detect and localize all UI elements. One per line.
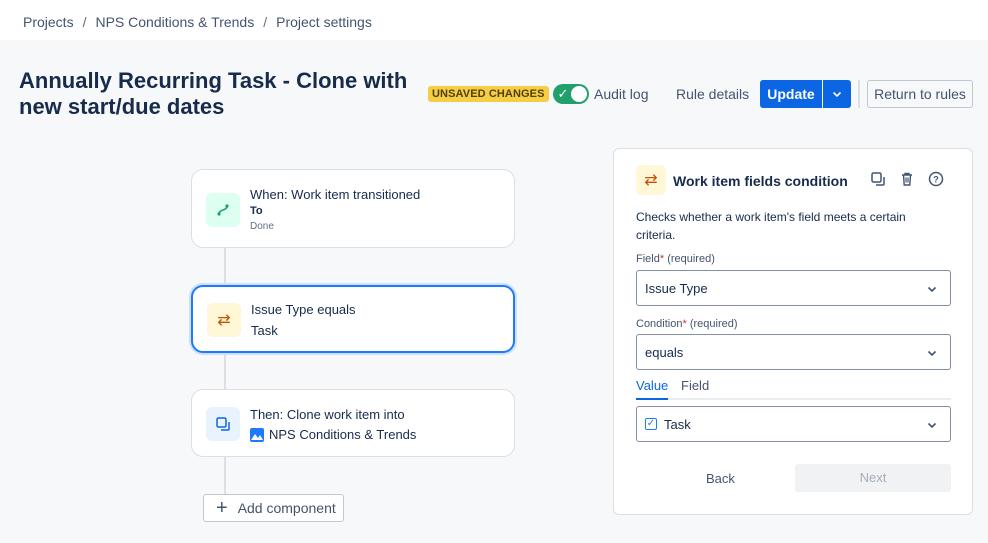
panel-description: Checks whether a work item's field meets… xyxy=(636,210,906,242)
panel-title: Work item fields condition xyxy=(673,173,848,189)
value-select-value: Task xyxy=(664,416,691,432)
audit-log-button[interactable]: Audit log xyxy=(594,86,648,102)
action-title: Then: Clone work item into xyxy=(250,407,405,422)
active-tab-indicator xyxy=(636,398,668,400)
svg-text:?: ? xyxy=(933,175,939,185)
flow-connector xyxy=(224,247,226,287)
breadcrumb-project[interactable]: NPS Conditions & Trends xyxy=(95,14,254,30)
action-project-name: NPS Conditions & Trends xyxy=(269,427,417,442)
task-type-icon: ✓ xyxy=(645,418,657,430)
condition-title: Issue Type equals xyxy=(251,302,356,317)
field-label-text: Field xyxy=(636,253,660,265)
flow-connector xyxy=(224,456,226,494)
value-select[interactable]: ✓ Task xyxy=(636,406,951,442)
action-project: NPS Conditions & Trends xyxy=(250,427,416,442)
toggle-knob xyxy=(570,86,587,102)
trigger-status: Done xyxy=(250,221,274,232)
chevron-down-icon xyxy=(927,286,937,293)
breadcrumb-projects[interactable]: Projects xyxy=(23,14,74,30)
help-icon[interactable]: ? xyxy=(928,171,944,191)
field-select[interactable]: Issue Type xyxy=(636,270,951,306)
project-avatar-icon xyxy=(250,427,264,442)
plus-icon: + xyxy=(216,497,228,519)
trigger-title: When: Work item transitioned xyxy=(250,187,421,202)
update-button[interactable]: Update xyxy=(760,80,822,108)
component-config-panel: ⇄ Work item fields condition ? Checks wh… xyxy=(613,148,973,515)
required-marker: * xyxy=(659,253,665,265)
required-marker: * xyxy=(682,318,687,330)
clone-icon xyxy=(206,407,240,441)
breadcrumb-project-settings[interactable]: Project settings xyxy=(276,14,372,30)
next-button[interactable]: Next xyxy=(795,464,951,492)
condition-card[interactable]: ⇄ Issue Type equals Task xyxy=(191,285,515,353)
chevron-down-icon xyxy=(832,91,842,98)
tab-value[interactable]: Value xyxy=(636,378,668,393)
back-button[interactable]: Back xyxy=(706,471,735,486)
action-card[interactable]: Then: Clone work item into NPS Condition… xyxy=(191,389,515,457)
delete-icon[interactable] xyxy=(899,171,915,191)
condition-value: Task xyxy=(251,323,278,338)
rule-details-button[interactable]: Rule details xyxy=(676,86,749,102)
add-component-label: Add component xyxy=(237,500,336,516)
value-field-tabs: Value Field xyxy=(636,378,951,400)
condition-label-text: Condition xyxy=(636,318,683,330)
breadcrumb-separator: / xyxy=(82,14,87,30)
rule-status: UNSAVED CHANGES ✓ xyxy=(428,80,589,108)
flow-connector xyxy=(224,352,226,392)
field-select-value: Issue Type xyxy=(645,280,708,296)
condition-select-value: equals xyxy=(645,344,684,360)
swap-icon: ⇄ xyxy=(207,303,241,337)
swap-icon: ⇄ xyxy=(636,165,666,195)
divider xyxy=(858,80,860,108)
trigger-to-label: To xyxy=(250,205,263,217)
trigger-card[interactable]: When: Work item transitioned To Done xyxy=(191,169,515,248)
update-options-button[interactable] xyxy=(823,80,851,108)
breadcrumb-separator: / xyxy=(263,14,268,30)
unsaved-changes-badge: UNSAVED CHANGES xyxy=(428,86,549,102)
check-icon: ✓ xyxy=(557,86,569,101)
condition-select[interactable]: equals xyxy=(636,334,951,370)
condition-label: Condition* (required) xyxy=(636,318,738,330)
rule-enabled-toggle[interactable]: ✓ xyxy=(552,84,589,104)
duplicate-icon[interactable] xyxy=(870,171,886,191)
chevron-down-icon xyxy=(927,422,937,429)
breadcrumb: Projects / NPS Conditions & Trends / Pro… xyxy=(23,14,372,30)
tab-field[interactable]: Field xyxy=(681,378,709,393)
page-title: Annually Recurring Task - Clone with new… xyxy=(19,68,408,119)
return-to-rules-button[interactable]: Return to rules xyxy=(867,80,973,108)
field-label: Field* (required) xyxy=(636,253,715,265)
field-required-text: (required) xyxy=(667,253,715,265)
condition-required-text: (required) xyxy=(689,318,738,330)
transition-icon xyxy=(206,193,240,227)
chevron-down-icon xyxy=(927,350,937,357)
top-bar: Projects / NPS Conditions & Trends / Pro… xyxy=(0,0,988,40)
add-component-button[interactable]: + Add component xyxy=(203,494,344,522)
